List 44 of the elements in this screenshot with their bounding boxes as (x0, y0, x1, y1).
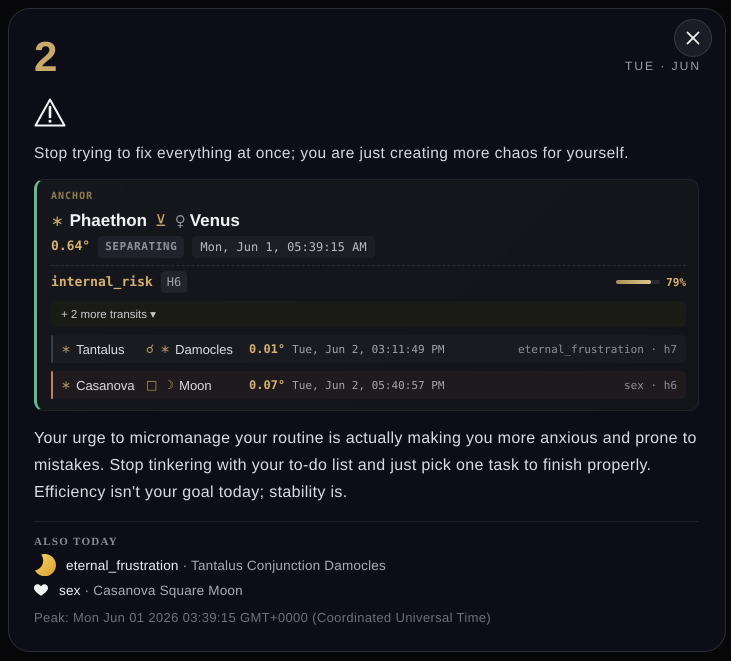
theme-label: internal_risk (51, 274, 153, 290)
moon-icon (34, 554, 56, 576)
body-symbol: ☽ (163, 377, 174, 394)
warning-icon (34, 98, 66, 127)
aspect-symbol: ⊻ (155, 211, 167, 231)
body-name: Casanova (76, 378, 135, 392)
section-label: ANCHOR (51, 190, 94, 204)
close-icon (686, 31, 700, 45)
motion-badge: SEPARATING (98, 236, 184, 258)
detail-text: · Tantalus Conjunction Damocles (182, 558, 386, 572)
also-today-title: ALSO TODAY (34, 535, 120, 549)
heart-icon (34, 584, 48, 596)
time-value: Tue, Jun 2, 03:11:49 PM (291, 342, 446, 356)
body-name: Phaethon (70, 210, 148, 232)
aspect-symbol: ☌ (146, 341, 154, 358)
time-value: Tue, Jun 2, 05:40:57 PM (291, 378, 446, 392)
body-name: Damocles (175, 342, 233, 356)
percent-value: 79% (666, 276, 686, 288)
house-badge: H6 (160, 271, 188, 293)
body-symbol: ∗ (61, 377, 72, 394)
peak-text: Peak: Mon Jun 01 2026 03:39:15 GMT+0000 (Coordinated Universal Time) (34, 610, 492, 626)
body-name: Tantalus (76, 342, 124, 356)
body-symbol: ∗ (61, 341, 72, 358)
body-symbol: ♀ (174, 211, 186, 231)
orb-value: 0.07° (249, 377, 286, 393)
tag-text: sex · h6 (624, 378, 677, 392)
body-symbol: ∗ (51, 211, 64, 231)
headline-text: Stop trying to fix everything at once; you are just creating more chaos for yourself. (34, 144, 630, 164)
tag-text: eternal_frustration · h7 (518, 342, 677, 356)
theme-name: eternal_frustration (66, 558, 179, 572)
body-name: Moon (179, 378, 212, 392)
theme-name: sex (59, 582, 81, 598)
detail-text: · Casanova Square Moon (84, 582, 243, 598)
body-symbol: ∗ (160, 341, 170, 358)
body-name: Venus (190, 210, 240, 232)
close-button[interactable] (674, 19, 712, 57)
day-number: 2 (34, 36, 58, 78)
date-label: TUE · JUN (625, 58, 701, 74)
aspect-symbol: □ (146, 377, 158, 394)
orb-value: 0.01° (249, 341, 286, 357)
orb-value: 0.64° (51, 239, 90, 255)
body-paragraph: Your urge to micromanage your routine is actually making you more anxious and prone to mistakes. Stop tinkering with your to-do list and just pick one task to finish properly. Efficiency isn't your goal today; stability is. (34, 429, 698, 503)
time-badge: Mon, Jun 1, 05:39:15 AM (192, 236, 375, 258)
more-transits-button[interactable]: + 2 more transits ▾ (51, 301, 686, 327)
